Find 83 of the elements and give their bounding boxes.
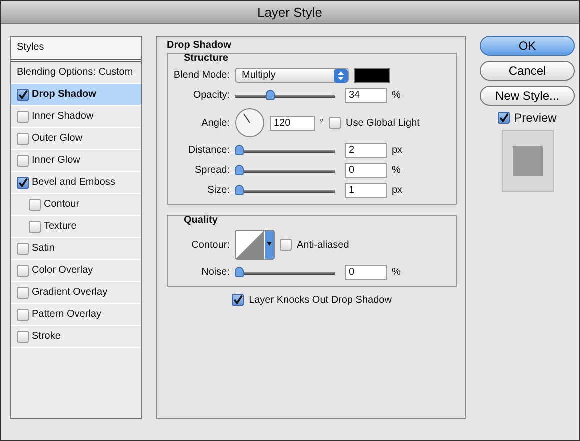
unit-label: px: [392, 145, 404, 156]
style-item[interactable]: Inner Glow: [11, 150, 141, 172]
unit-label: %: [392, 267, 402, 278]
size-field[interactable]: 1: [345, 183, 387, 198]
checkbox-label: Layer Knocks Out Drop Shadow: [249, 294, 392, 306]
style-label: Stroke: [32, 331, 61, 342]
unit-label: °: [320, 118, 324, 128]
style-item[interactable]: Pattern Overlay: [11, 304, 141, 326]
style-item[interactable]: Gradient Overlay: [11, 282, 141, 304]
style-item[interactable]: Contour: [11, 194, 141, 216]
checkbox[interactable]: [29, 220, 41, 232]
checkbox[interactable]: [280, 239, 292, 251]
checkbox[interactable]: [17, 308, 29, 320]
checkbox[interactable]: [17, 330, 29, 342]
style-item[interactable]: Texture: [11, 216, 141, 238]
slider-thumb[interactable]: [235, 165, 244, 175]
slider-thumb[interactable]: [235, 267, 244, 277]
window-title: Layer Style: [257, 4, 323, 20]
unit-label: %: [392, 90, 402, 101]
style-label: Satin: [32, 243, 55, 254]
field-label: Angle:: [200, 118, 230, 128]
blend-mode-dropdown[interactable]: Multiply: [235, 68, 349, 83]
checkbox[interactable]: [498, 112, 510, 124]
field-label: Size:: [206, 185, 230, 196]
unit-label: px: [392, 185, 404, 196]
style-label: Outer Glow: [32, 133, 83, 144]
contour-picker[interactable]: [235, 230, 275, 260]
color-swatch[interactable]: [354, 68, 390, 83]
field-label: Spread:: [194, 165, 230, 176]
group-title: Quality: [184, 215, 219, 226]
dialog-button[interactable]: New Style...: [480, 86, 575, 106]
style-label: Texture: [44, 221, 77, 232]
style-item[interactable]: Stroke: [11, 326, 141, 348]
style-label: Drop Shadow: [32, 89, 96, 100]
style-item[interactable]: Inner Shadow: [11, 106, 141, 128]
checkbox-label: Anti-aliased: [297, 240, 350, 250]
style-label: Contour: [44, 199, 80, 210]
distance-field[interactable]: 2: [345, 143, 387, 158]
checkbox-label: Preview: [514, 111, 557, 125]
checkbox-label: Use Global Light: [346, 118, 420, 128]
style-label: Inner Glow: [32, 155, 80, 166]
checkbox[interactable]: [17, 176, 29, 188]
preview-thumbnail: [502, 130, 554, 192]
slider-thumb[interactable]: [235, 145, 244, 155]
checkbox[interactable]: [17, 264, 29, 276]
style-label: Color Overlay: [32, 265, 94, 276]
checkbox[interactable]: [17, 110, 29, 122]
checkbox[interactable]: [17, 132, 29, 144]
slider-thumb[interactable]: [266, 90, 276, 100]
opacity-field[interactable]: 34: [345, 88, 387, 103]
stepper-icon: [334, 68, 348, 82]
dialog-button[interactable]: OK: [480, 36, 575, 56]
style-item[interactable]: Drop Shadow: [11, 84, 141, 106]
checkbox[interactable]: [17, 242, 29, 254]
styles-header[interactable]: Styles: [11, 37, 141, 62]
dialog-button[interactable]: Cancel: [480, 61, 575, 81]
field-label: Contour:: [190, 240, 230, 250]
unit-label: %: [392, 165, 402, 176]
style-label: Pattern Overlay: [32, 309, 102, 320]
style-label: Gradient Overlay: [32, 287, 108, 298]
checkbox[interactable]: [17, 154, 29, 166]
style-item[interactable]: Satin: [11, 238, 141, 260]
style-label: Bevel and Emboss: [32, 177, 116, 188]
noise-field[interactable]: 0: [345, 265, 387, 280]
style-item[interactable]: Color Overlay: [11, 260, 141, 282]
angle-field[interactable]: 120: [270, 116, 315, 130]
checkbox[interactable]: [29, 198, 41, 210]
checkbox[interactable]: [17, 88, 29, 100]
style-item[interactable]: Bevel and Emboss: [11, 172, 141, 194]
field-label: Noise:: [200, 267, 230, 278]
field-label: Opacity:: [192, 90, 230, 101]
angle-dial[interactable]: [235, 108, 265, 138]
checkbox[interactable]: [329, 117, 341, 129]
spread-field[interactable]: 0: [345, 163, 387, 178]
checkbox[interactable]: [232, 294, 244, 306]
field-label: Distance:: [187, 145, 230, 156]
section-title: Drop Shadow: [167, 40, 232, 51]
slider-thumb[interactable]: [235, 185, 244, 195]
checkbox[interactable]: [17, 286, 29, 298]
style-label: Inner Shadow: [32, 111, 94, 122]
field-label: Blend Mode:: [172, 70, 230, 81]
style-item[interactable]: Outer Glow: [11, 128, 141, 150]
group-title: Structure: [184, 53, 230, 64]
